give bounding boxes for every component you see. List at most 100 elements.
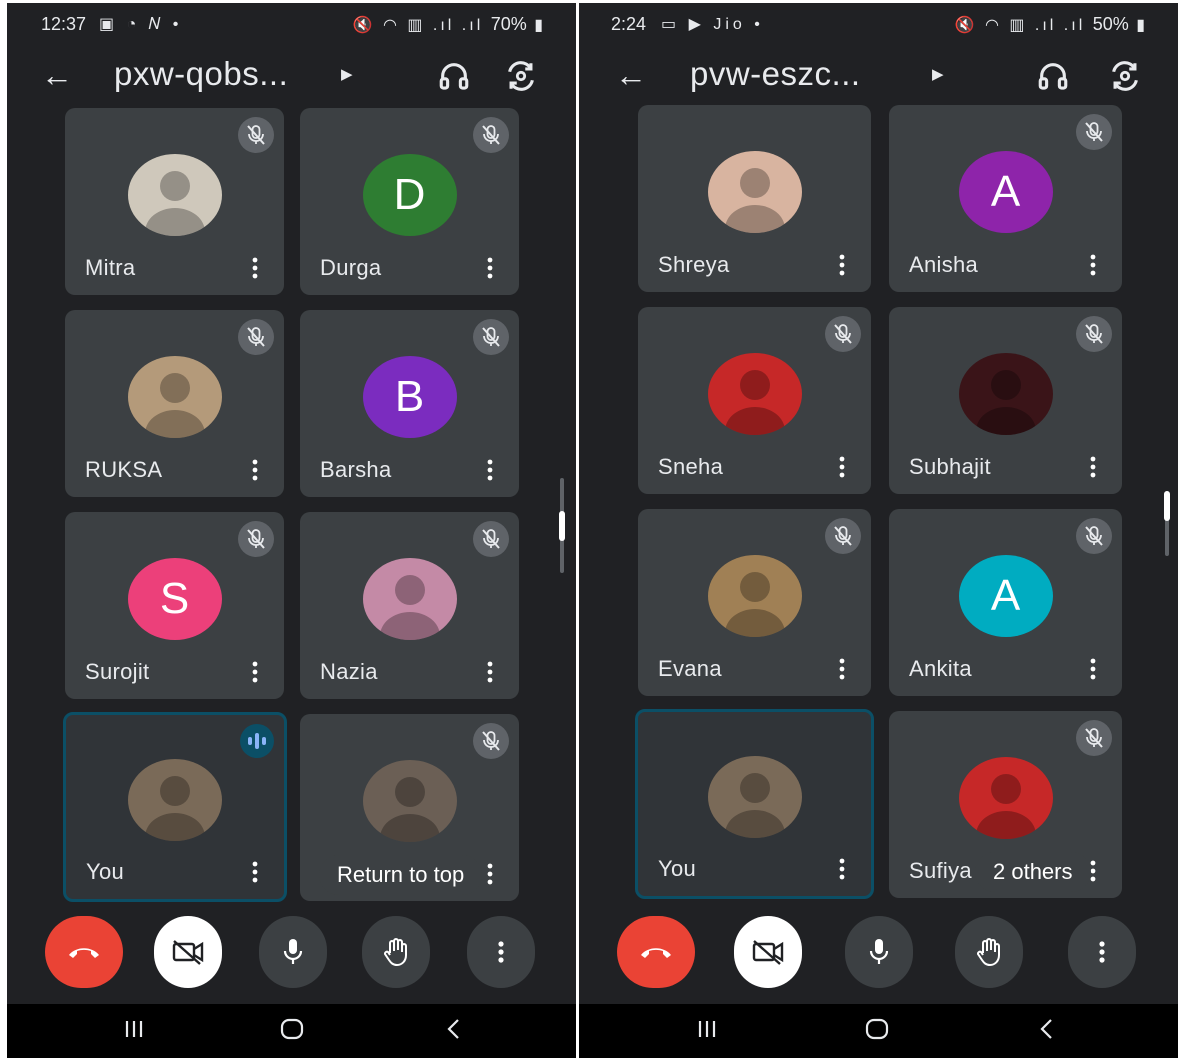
participant-name: Surojit bbox=[85, 659, 150, 684]
participant-name: Durga bbox=[320, 255, 382, 280]
headphones-icon[interactable] bbox=[1036, 59, 1070, 93]
call-controls bbox=[579, 916, 1178, 996]
participant-tile[interactable]: S Surojit bbox=[65, 512, 284, 699]
mic-button[interactable] bbox=[259, 916, 327, 988]
system-status-icons: 🔇 ◠ ▥ .ıl .ıl 50% ▮ bbox=[955, 14, 1148, 35]
participant-tile[interactable]: RUKSA bbox=[65, 310, 284, 497]
participant-name: Barsha bbox=[320, 457, 392, 482]
recents-icon[interactable] bbox=[119, 1014, 149, 1044]
mic-icon bbox=[283, 939, 303, 964]
participant-name: Mitra bbox=[85, 255, 136, 280]
participant-tile[interactable]: Evana bbox=[638, 509, 871, 696]
mic-off-icon bbox=[1076, 114, 1112, 150]
camera-switch-icon[interactable] bbox=[504, 59, 538, 93]
participant-tile[interactable]: Mitra bbox=[65, 108, 284, 295]
more-vert-icon[interactable] bbox=[1090, 456, 1096, 478]
meeting-title[interactable]: pxw-qobs... bbox=[114, 55, 288, 93]
mic-off-icon bbox=[473, 117, 509, 153]
avatar-photo bbox=[128, 759, 222, 841]
participant-tile[interactable]: A Anisha bbox=[889, 105, 1122, 292]
home-icon[interactable] bbox=[277, 1014, 307, 1044]
headphones-icon[interactable] bbox=[437, 59, 471, 93]
recents-icon[interactable] bbox=[692, 1014, 722, 1044]
participant-name: Nazia bbox=[320, 659, 378, 684]
caret-right-icon[interactable]: ▶ bbox=[932, 65, 944, 83]
avatar-initial: B bbox=[362, 355, 457, 438]
end-call-button[interactable] bbox=[617, 916, 695, 988]
meeting-top-bar: ← pvw-eszc... ▶ bbox=[579, 47, 1178, 107]
more-vert-icon[interactable] bbox=[487, 257, 493, 279]
camera-toggle-button[interactable] bbox=[154, 916, 222, 988]
more-vert-icon[interactable] bbox=[252, 257, 258, 279]
raise-hand-button[interactable] bbox=[362, 916, 430, 988]
hand-icon bbox=[977, 938, 1000, 967]
more-vert-icon bbox=[1099, 941, 1105, 963]
participant-name: You bbox=[86, 859, 125, 884]
avatar-photo bbox=[707, 756, 802, 838]
participant-tile[interactable]: D Durga bbox=[300, 108, 519, 295]
battery-level: 70% bbox=[490, 14, 527, 34]
battery-level: 50% bbox=[1092, 14, 1129, 34]
scrollbar-thumb[interactable] bbox=[559, 511, 565, 541]
avatar-photo bbox=[958, 756, 1053, 839]
status-bar: 2:24 ▭ ▶ Jio • 🔇 ◠ ▥ .ıl .ıl 50% ▮ bbox=[579, 3, 1178, 47]
more-vert-icon[interactable] bbox=[487, 661, 493, 683]
mic-off-icon bbox=[238, 117, 274, 153]
mic-off-icon bbox=[238, 319, 274, 355]
participant-tile[interactable]: Nazia bbox=[300, 512, 519, 699]
more-vert-icon[interactable] bbox=[487, 863, 493, 885]
more-options-button[interactable] bbox=[467, 916, 535, 988]
avatar-photo bbox=[707, 554, 802, 637]
speaking-indicator-icon bbox=[240, 724, 274, 758]
notification-icons: ▣ ◔ 𝑁 • bbox=[99, 16, 183, 33]
more-vert-icon[interactable] bbox=[1090, 658, 1096, 680]
others-button[interactable]: 2 others bbox=[975, 852, 1091, 892]
more-vert-icon[interactable] bbox=[1090, 254, 1096, 276]
participant-tile[interactable]: Subhajit bbox=[889, 307, 1122, 494]
self-tile[interactable]: You bbox=[63, 712, 287, 902]
signal-icons: 🔇 ◠ ▥ .ıl .ıl bbox=[352, 17, 484, 34]
mic-off-icon bbox=[825, 518, 861, 554]
more-vert-icon[interactable] bbox=[839, 858, 845, 880]
avatar-photo bbox=[958, 352, 1053, 435]
mic-off-icon bbox=[1076, 720, 1112, 756]
raise-hand-button[interactable] bbox=[955, 916, 1023, 988]
participant-tile[interactable]: B Barsha bbox=[300, 310, 519, 497]
mic-button[interactable] bbox=[845, 916, 913, 988]
more-options-button[interactable] bbox=[1068, 916, 1136, 988]
more-vert-icon[interactable] bbox=[1090, 860, 1096, 882]
scrollbar-thumb[interactable] bbox=[1164, 491, 1170, 521]
phone-right: 2:24 ▭ ▶ Jio • 🔇 ◠ ▥ .ıl .ıl 50% ▮ ← pvw… bbox=[579, 3, 1178, 1058]
avatar-initial: A bbox=[958, 554, 1053, 637]
home-icon[interactable] bbox=[862, 1014, 892, 1044]
participant-name: RUKSA bbox=[85, 457, 163, 482]
arrow-left-icon[interactable]: ← bbox=[41, 57, 73, 94]
nav-back-icon[interactable] bbox=[1032, 1014, 1062, 1044]
participant-name: Ankita bbox=[909, 656, 972, 681]
status-time: 12:37 bbox=[41, 14, 87, 34]
more-vert-icon[interactable] bbox=[839, 658, 845, 680]
more-vert-icon[interactable] bbox=[252, 459, 258, 481]
return-to-top-button[interactable]: Return to top bbox=[319, 855, 483, 895]
nav-back-icon[interactable] bbox=[439, 1014, 469, 1044]
participant-tile[interactable]: Sneha bbox=[638, 307, 871, 494]
avatar-photo bbox=[127, 355, 222, 438]
self-tile[interactable]: You bbox=[635, 709, 874, 899]
more-vert-icon[interactable] bbox=[839, 456, 845, 478]
more-vert-icon[interactable] bbox=[252, 661, 258, 683]
caret-right-icon[interactable]: ▶ bbox=[341, 65, 353, 83]
more-vert-icon[interactable] bbox=[252, 861, 258, 883]
meeting-title[interactable]: pvw-eszc... bbox=[690, 55, 861, 93]
system-status-icons: 🔇 ◠ ▥ .ıl .ıl 70% ▮ bbox=[353, 14, 546, 35]
arrow-left-icon[interactable]: ← bbox=[615, 57, 647, 94]
more-vert-icon[interactable] bbox=[839, 254, 845, 276]
avatar-photo bbox=[362, 759, 457, 842]
avatar-photo bbox=[127, 153, 222, 236]
camera-switch-icon[interactable] bbox=[1108, 59, 1142, 93]
camera-toggle-button[interactable] bbox=[734, 916, 802, 988]
participant-name: Shreya bbox=[658, 252, 730, 277]
participant-tile[interactable]: Shreya bbox=[638, 105, 871, 292]
more-vert-icon[interactable] bbox=[487, 459, 493, 481]
end-call-button[interactable] bbox=[45, 916, 123, 988]
participant-tile[interactable]: A Ankita bbox=[889, 509, 1122, 696]
